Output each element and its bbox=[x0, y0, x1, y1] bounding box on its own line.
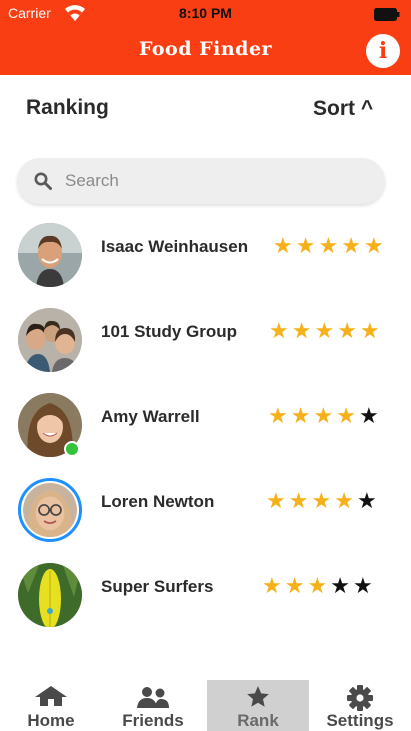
avatar bbox=[18, 563, 82, 627]
tab-label: Home bbox=[27, 711, 75, 730]
friends-icon bbox=[102, 684, 204, 710]
star-icon: ★ bbox=[273, 233, 293, 258]
avatar bbox=[18, 308, 82, 372]
star-icon: ★ bbox=[334, 488, 354, 513]
star-icon: ★ bbox=[318, 233, 339, 258]
search-icon bbox=[34, 172, 52, 195]
star-icon bbox=[207, 684, 309, 710]
app-header: Carrier 8:10 PM Food Finder i bbox=[0, 0, 411, 75]
tab-bar: Home Friends Rank Settings bbox=[0, 680, 411, 731]
star-icon: ★ bbox=[290, 403, 311, 428]
star-rating: ★ ★ ★ ★ ★ bbox=[269, 320, 380, 342]
page-title: Ranking bbox=[26, 96, 109, 119]
info-icon[interactable]: i bbox=[366, 34, 400, 68]
item-name: 101 Study Group bbox=[101, 322, 238, 341]
list-item[interactable]: Isaac Weinhausen ★ ★ ★ ★ ★ bbox=[0, 223, 411, 303]
star-icon: ★ bbox=[336, 403, 356, 428]
star-icon: ★ bbox=[269, 318, 289, 343]
gear-icon bbox=[309, 684, 411, 711]
tab-label: Settings bbox=[326, 711, 394, 730]
star-icon: ★ bbox=[266, 488, 286, 513]
list-item[interactable]: Loren Newton ★ ★ ★ ★ ★ bbox=[0, 478, 411, 558]
sort-button[interactable]: Sort ^ bbox=[313, 97, 373, 121]
star-icon: ★ bbox=[288, 488, 309, 513]
item-name: Loren Newton bbox=[101, 492, 215, 511]
star-rating: ★ ★ ★ ★ ★ bbox=[262, 575, 373, 597]
avatar bbox=[18, 223, 82, 287]
star-rating: ★ ★ ★ ★ ★ bbox=[273, 235, 384, 257]
star-icon: ★ bbox=[291, 318, 312, 343]
star-icon: ★ bbox=[295, 233, 316, 258]
online-indicator bbox=[64, 441, 80, 457]
tab-friends[interactable]: Friends bbox=[102, 680, 204, 731]
star-icon: ★ bbox=[307, 573, 328, 598]
star-icon: ★ bbox=[284, 573, 305, 598]
star-icon: ★ bbox=[337, 318, 357, 343]
tab-home[interactable]: Home bbox=[0, 680, 102, 731]
star-icon: ★ bbox=[330, 573, 350, 598]
star-icon: ★ bbox=[358, 403, 379, 428]
tab-label: Rank bbox=[237, 711, 279, 730]
star-icon: ★ bbox=[314, 318, 335, 343]
item-name: Super Surfers bbox=[101, 577, 214, 596]
star-icon: ★ bbox=[341, 233, 361, 258]
tab-rank[interactable]: Rank bbox=[207, 680, 309, 731]
app-title: Food Finder bbox=[138, 38, 273, 60]
star-icon: ★ bbox=[262, 573, 282, 598]
item-name: Amy Warrell bbox=[101, 407, 200, 426]
list-item[interactable]: 101 Study Group ★ ★ ★ ★ ★ bbox=[0, 308, 411, 388]
search-input[interactable] bbox=[65, 158, 365, 204]
avatar bbox=[18, 478, 82, 542]
status-time: 8:10 PM bbox=[179, 5, 232, 21]
star-icon: ★ bbox=[363, 233, 384, 258]
star-icon: ★ bbox=[359, 318, 380, 343]
home-icon bbox=[0, 684, 102, 710]
tab-settings[interactable]: Settings bbox=[309, 680, 411, 731]
list-item[interactable]: Super Surfers ★ ★ ★ ★ ★ bbox=[0, 563, 411, 643]
search-bar[interactable] bbox=[17, 158, 385, 204]
item-name: Isaac Weinhausen bbox=[101, 237, 249, 256]
star-icon: ★ bbox=[311, 488, 332, 513]
star-icon: ★ bbox=[356, 488, 377, 513]
battery-icon bbox=[374, 8, 400, 26]
star-rating: ★ ★ ★ ★ ★ bbox=[268, 405, 379, 427]
tab-label: Friends bbox=[122, 711, 184, 730]
star-icon: ★ bbox=[313, 403, 334, 428]
star-icon: ★ bbox=[268, 403, 288, 428]
star-rating: ★ ★ ★ ★ ★ bbox=[266, 490, 377, 512]
list-item[interactable]: Amy Warrell ★ ★ ★ ★ ★ bbox=[0, 393, 411, 473]
star-icon: ★ bbox=[352, 573, 373, 598]
